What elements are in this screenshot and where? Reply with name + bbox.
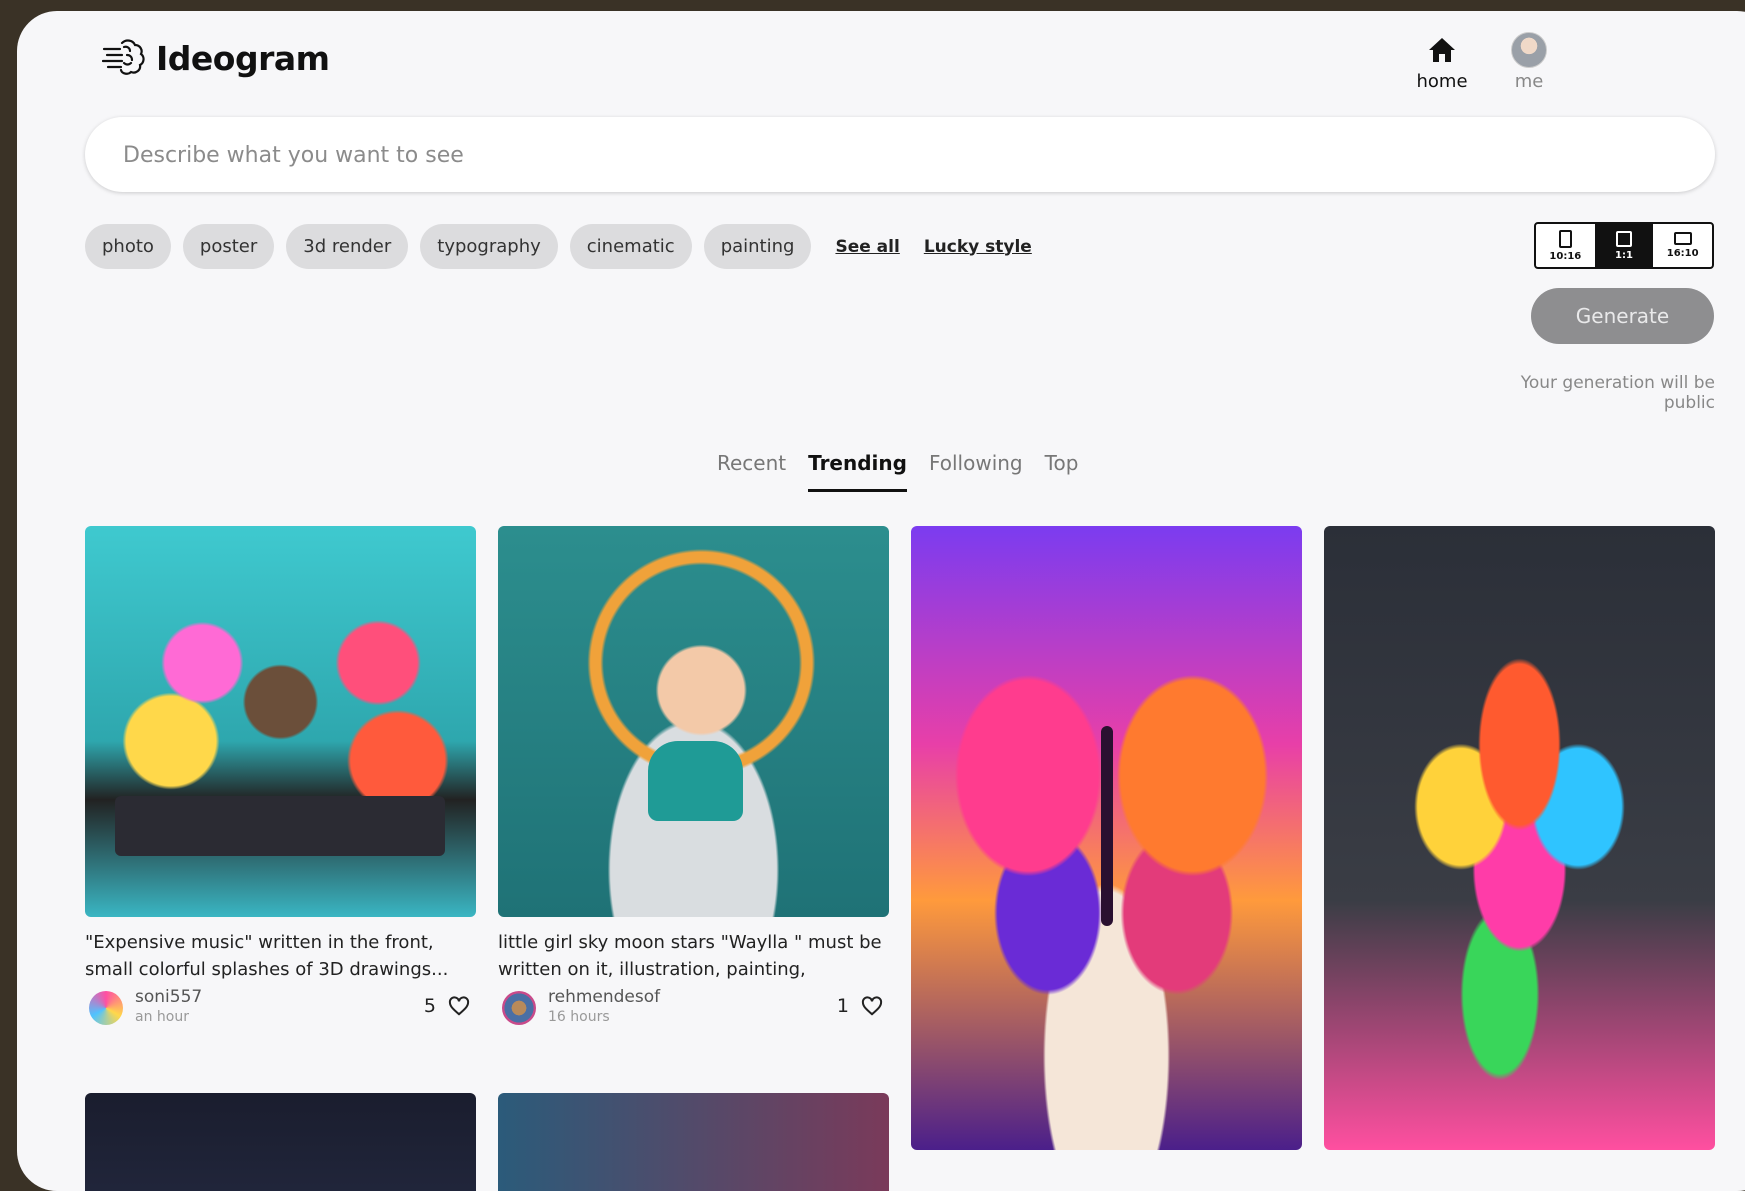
nav-home[interactable]: home	[1392, 31, 1492, 92]
public-note: Your generation will be public	[1520, 373, 1715, 413]
tab-top[interactable]: Top	[1045, 451, 1079, 492]
search-input[interactable]	[121, 117, 1625, 194]
heart-icon	[448, 996, 470, 1016]
image-card[interactable]	[85, 1093, 476, 1191]
home-icon	[1429, 38, 1455, 62]
tab-recent[interactable]: Recent	[717, 451, 786, 492]
nav-home-label: home	[1416, 71, 1468, 92]
landscape-icon	[1673, 232, 1692, 245]
ratio-16-10[interactable]: 16:10	[1653, 224, 1712, 267]
user-name[interactable]: soni557	[135, 987, 202, 1007]
image-card[interactable]: "Expensive music" written in the front, …	[85, 526, 476, 1027]
chip-cinematic[interactable]: cinematic	[569, 224, 692, 269]
chip-painting[interactable]: painting	[703, 224, 812, 269]
post-time: 16 hours	[548, 1009, 610, 1025]
ratio-label: 16:10	[1666, 248, 1699, 259]
card-caption: "Expensive music" written in the front, …	[85, 932, 449, 980]
square-icon	[1616, 230, 1632, 247]
card-meta: soni557 an hour 5	[85, 985, 476, 1027]
logo[interactable]: Ideogram	[102, 35, 330, 81]
like-button[interactable]: 5	[424, 995, 470, 1017]
generate-button[interactable]: Generate	[1531, 288, 1714, 344]
like-count: 5	[423, 995, 436, 1017]
butterfly-body-shape	[1101, 726, 1113, 926]
card-caption: little girl sky moon stars "Waylla " mus…	[498, 932, 882, 980]
chip-3d-render[interactable]: 3d render	[286, 224, 409, 269]
tab-trending[interactable]: Trending	[808, 451, 907, 492]
user-avatar[interactable]	[502, 991, 536, 1025]
brain-logo-icon	[102, 39, 145, 75]
chip-poster[interactable]: poster	[182, 224, 275, 269]
chip-photo[interactable]: photo	[85, 224, 171, 269]
ratio-1-1[interactable]: 1:1	[1594, 224, 1654, 267]
post-time: an hour	[135, 1009, 189, 1025]
ratio-10-16[interactable]: 10:16	[1536, 224, 1595, 267]
generated-image[interactable]	[85, 526, 476, 917]
app-window: Ideogram home me photo poster 3d render …	[17, 11, 1745, 1191]
lucky-style-link[interactable]: Lucky style	[924, 237, 1032, 257]
nav-me[interactable]: me	[1479, 31, 1579, 92]
style-chips: photo poster 3d render typography cinema…	[85, 224, 1032, 269]
image-card[interactable]	[1324, 526, 1715, 1150]
search-bar	[85, 117, 1715, 194]
generated-image[interactable]	[498, 1093, 889, 1191]
ratio-label: 1:1	[1615, 249, 1633, 261]
tab-following[interactable]: Following	[929, 451, 1023, 492]
ratio-label: 10:16	[1549, 250, 1582, 262]
generated-image[interactable]	[1324, 526, 1715, 1150]
see-all-link[interactable]: See all	[835, 237, 899, 257]
nav-me-label: me	[1514, 71, 1544, 92]
user-avatar[interactable]	[89, 991, 123, 1025]
avatar	[1511, 32, 1547, 68]
generated-image[interactable]	[498, 526, 889, 917]
turntable-shape	[115, 796, 445, 856]
card-meta: rehmendesof 16 hours 1	[498, 985, 889, 1027]
image-card[interactable]: little girl sky moon stars "Waylla " mus…	[498, 526, 889, 1027]
like-button[interactable]: 1	[837, 995, 883, 1017]
image-card[interactable]	[498, 1093, 889, 1191]
like-count: 1	[836, 995, 849, 1017]
image-card[interactable]	[911, 526, 1302, 1150]
generated-image[interactable]	[911, 526, 1302, 1150]
user-name[interactable]: rehmendesof	[548, 987, 660, 1007]
feed-tabs: Recent Trending Following Top	[717, 451, 1078, 492]
app-name: Ideogram	[156, 38, 330, 78]
aspect-ratio-selector: 10:16 1:1 16:10	[1534, 222, 1714, 269]
portrait-icon	[1558, 229, 1572, 248]
chip-typography[interactable]: typography	[420, 224, 558, 269]
generated-image[interactable]	[85, 1093, 476, 1191]
child-body-shape	[648, 741, 743, 821]
heart-icon	[861, 996, 883, 1016]
